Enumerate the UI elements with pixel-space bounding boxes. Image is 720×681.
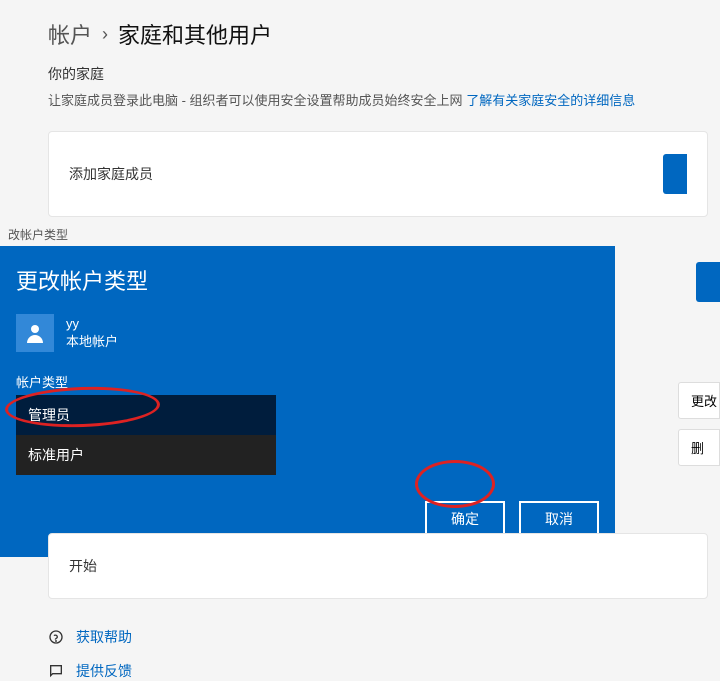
feedback-icon [48, 663, 64, 679]
user-name: yy [66, 315, 118, 333]
ok-button[interactable]: 确定 [425, 501, 505, 537]
family-section-desc: 让家庭成员登录此电脑 - 组织者可以使用安全设置帮助成员始终安全上网 了解有关家… [48, 90, 720, 109]
change-account-type-modal: 更改帐户类型 yy 本地帐户 帐户类型 管理员 标准用户 确定 取消 [0, 246, 615, 557]
change-account-type-button[interactable]: 更改 [678, 382, 720, 419]
family-section-title: 你的家庭 [48, 64, 720, 84]
help-icon [48, 629, 64, 645]
cancel-button[interactable]: 取消 [519, 501, 599, 537]
kiosk-start-card[interactable]: 开始 [48, 533, 708, 599]
breadcrumb-parent[interactable]: 帐户 [48, 18, 92, 50]
add-other-user-button[interactable] [696, 262, 720, 302]
feedback-link[interactable]: 提供反馈 [48, 661, 708, 681]
account-type-option-admin[interactable]: 管理员 [16, 395, 276, 435]
user-avatar-icon [16, 314, 54, 352]
delete-account-button[interactable]: 删 [678, 429, 720, 466]
user-account-type: 本地帐户 [66, 333, 118, 351]
modal-titlebar: 改帐户类型 [0, 223, 615, 246]
account-type-option-standard[interactable]: 标准用户 [16, 435, 276, 475]
get-help-link[interactable]: 获取帮助 [48, 627, 708, 647]
modal-heading: 更改帐户类型 [16, 264, 599, 296]
add-family-member-button[interactable] [663, 154, 687, 194]
add-family-member-card[interactable]: 添加家庭成员 [48, 131, 708, 217]
account-type-label: 帐户类型 [16, 372, 599, 391]
family-safety-link[interactable]: 了解有关家庭安全的详细信息 [466, 93, 635, 108]
add-family-member-label: 添加家庭成员 [69, 164, 153, 184]
breadcrumb: 帐户 › 家庭和其他用户 [48, 18, 720, 50]
account-type-dropdown[interactable]: 管理员 标准用户 [16, 395, 276, 475]
page-title: 家庭和其他用户 [118, 18, 272, 50]
chevron-right-icon: › [102, 24, 108, 45]
